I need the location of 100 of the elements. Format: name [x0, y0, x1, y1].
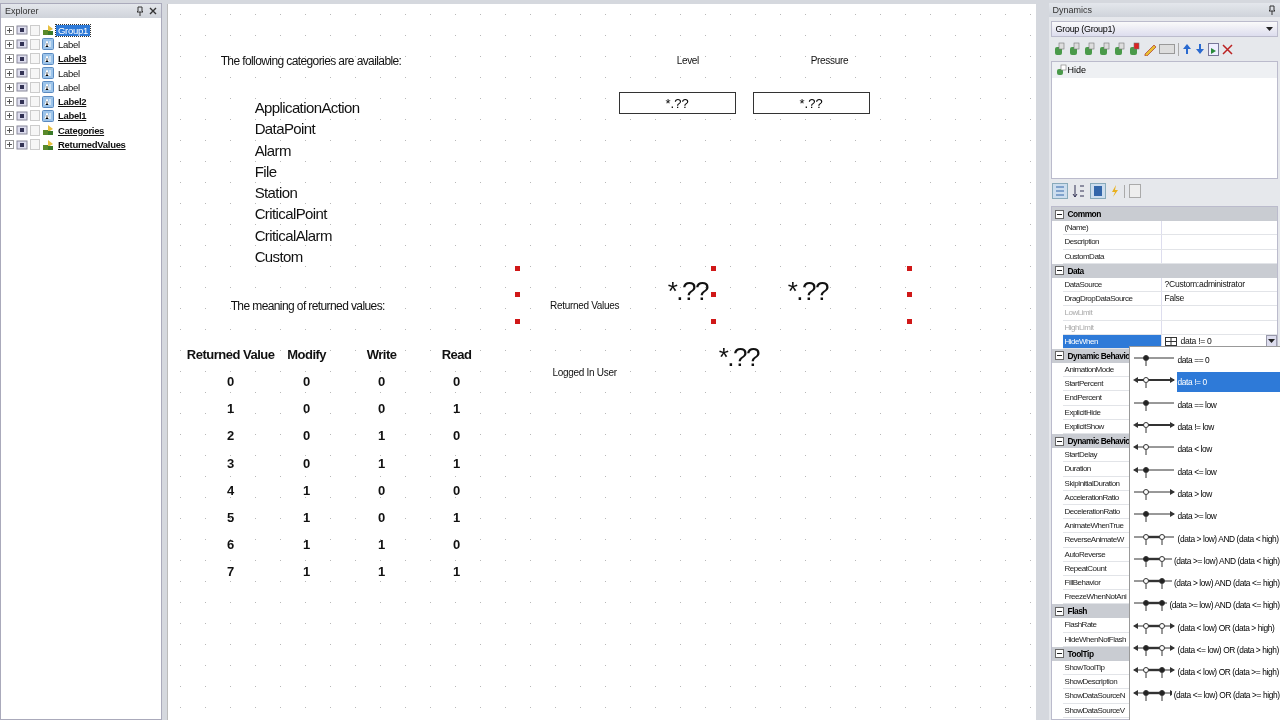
- selection-handle[interactable]: [710, 292, 716, 297]
- dropdown-option[interactable]: (data < low) OR (data >= high): [1176, 662, 1280, 683]
- property-value[interactable]: ?Custom:administrator: [1164, 278, 1245, 289]
- tree-item[interactable]: Label2: [56, 96, 89, 108]
- delete-icon[interactable]: [1221, 43, 1233, 55]
- tree-item[interactable]: Label3: [56, 53, 89, 65]
- property-name[interactable]: DragDropDataSource: [1064, 294, 1133, 304]
- selection-handle[interactable]: [906, 319, 912, 324]
- collapse-icon[interactable]: [1054, 649, 1064, 659]
- property-name[interactable]: ShowDataSourceV: [1064, 705, 1125, 715]
- collapse-icon[interactable]: [1054, 266, 1064, 276]
- property-name[interactable]: HideWhenNotFlash: [1064, 634, 1126, 644]
- pencil-icon[interactable]: [1142, 42, 1156, 56]
- expand-icon[interactable]: [5, 140, 14, 149]
- property-value[interactable]: False: [1164, 293, 1185, 304]
- visibility-icon[interactable]: [16, 25, 28, 36]
- visibility-icon[interactable]: [16, 68, 28, 79]
- property-name[interactable]: AnimationMode: [1064, 365, 1114, 375]
- visibility-icon[interactable]: [16, 139, 28, 150]
- collapse-icon[interactable]: [1054, 436, 1064, 446]
- visibility-icon[interactable]: [16, 39, 28, 50]
- tree-item[interactable]: Label: [56, 38, 82, 50]
- collapse-icon[interactable]: [1054, 351, 1064, 361]
- up-arrow-icon[interactable]: [1181, 43, 1192, 55]
- property-name[interactable]: EndPercent: [1064, 393, 1102, 403]
- property-name[interactable]: FillBehavior: [1064, 577, 1101, 587]
- checkbox-icon[interactable]: [30, 81, 40, 93]
- dropdown-option[interactable]: data == 0: [1176, 350, 1280, 371]
- expand-icon[interactable]: [5, 68, 14, 78]
- property-name[interactable]: AnimateWhenTrue: [1064, 521, 1124, 531]
- dropdown-option[interactable]: data < low: [1176, 439, 1280, 460]
- dropdown-option[interactable]: (data <= low) OR (data > high): [1176, 640, 1280, 660]
- expand-icon[interactable]: [5, 111, 14, 121]
- dropdown-option[interactable]: data != low: [1176, 417, 1280, 438]
- visibility-icon[interactable]: [16, 125, 28, 136]
- dropdown-option[interactable]: (data <= low) OR (data >= high): [1172, 684, 1280, 705]
- dropdown-option[interactable]: data != 0: [1176, 372, 1280, 393]
- expand-icon[interactable]: [5, 39, 14, 49]
- close-icon[interactable]: [148, 7, 157, 15]
- property-name[interactable]: DataSource: [1064, 279, 1102, 289]
- dropdown-option[interactable]: (data < low) OR (data > high): [1176, 617, 1280, 638]
- dropdown-option[interactable]: data == low: [1176, 394, 1280, 415]
- property-name[interactable]: (Name): [1064, 223, 1089, 233]
- checkbox-icon[interactable]: [30, 53, 40, 65]
- property-name[interactable]: Duration: [1064, 464, 1091, 474]
- tree-item[interactable]: Label: [56, 67, 82, 79]
- down-arrow-icon[interactable]: [1194, 43, 1205, 55]
- property-name[interactable]: AccelerationRatio: [1064, 492, 1119, 502]
- visibility-icon[interactable]: [16, 82, 28, 93]
- selection-handle[interactable]: [514, 292, 520, 297]
- dropdown-option[interactable]: data >= low: [1176, 506, 1280, 527]
- category-row[interactable]: Common: [1051, 207, 1277, 222]
- property-name[interactable]: SkipInitialDuration: [1064, 478, 1120, 488]
- dropdown-option[interactable]: data <= low: [1176, 461, 1280, 482]
- behavior-item[interactable]: Hide: [1051, 62, 1277, 78]
- expand-icon[interactable]: [5, 82, 14, 92]
- property-name[interactable]: DecelerationRatio: [1064, 506, 1120, 516]
- property-name[interactable]: ExplicitShow: [1064, 421, 1104, 431]
- checkbox-icon[interactable]: [30, 67, 40, 79]
- tree-item[interactable]: ReturnedValues: [56, 139, 128, 150]
- dropdown-option[interactable]: (data > low) AND (data < high): [1176, 528, 1280, 549]
- selection-handle[interactable]: [710, 319, 716, 324]
- visibility-icon[interactable]: [16, 53, 28, 64]
- property-name[interactable]: FreezeWhenNotAni: [1064, 592, 1127, 602]
- expand-icon[interactable]: [5, 97, 14, 107]
- checkbox-icon[interactable]: [30, 124, 40, 136]
- property-name[interactable]: StartPercent: [1064, 379, 1103, 389]
- pin-icon[interactable]: [1268, 5, 1276, 15]
- dropdown-option[interactable]: (data >= low) AND (data <= high): [1168, 595, 1280, 616]
- checkbox-icon[interactable]: [30, 139, 40, 150]
- properties-icon[interactable]: [1089, 183, 1106, 199]
- cylinder-icon[interactable]: [1052, 42, 1065, 56]
- property-name[interactable]: ShowDataSourceN: [1064, 691, 1126, 701]
- expand-icon[interactable]: [5, 25, 14, 35]
- document-icon[interactable]: [1207, 42, 1219, 56]
- property-name[interactable]: RepeatCount: [1064, 563, 1107, 573]
- property-name[interactable]: ExplicitHide: [1064, 407, 1101, 417]
- checkbox-icon[interactable]: [30, 96, 40, 108]
- property-name[interactable]: FlashRate: [1064, 620, 1097, 630]
- expand-icon[interactable]: [5, 125, 14, 135]
- object-dropdown[interactable]: Group (Group1): [1050, 21, 1278, 37]
- property-name[interactable]: StartDelay: [1064, 450, 1097, 460]
- cylinder-icon[interactable]: [1067, 42, 1080, 56]
- property-name[interactable]: Description: [1064, 237, 1100, 247]
- tree-item[interactable]: Group1: [56, 24, 90, 36]
- visibility-icon[interactable]: [16, 96, 28, 107]
- visibility-icon[interactable]: [16, 110, 28, 121]
- property-name[interactable]: ReverseAnimateW: [1064, 535, 1124, 545]
- dropdown-option[interactable]: data > low: [1176, 483, 1280, 504]
- selection-handle[interactable]: [906, 292, 912, 297]
- property-name[interactable]: ShowToolTip: [1064, 663, 1105, 672]
- tree-item[interactable]: Label: [56, 81, 82, 93]
- selection-handle[interactable]: [710, 266, 716, 271]
- cylinder-icon[interactable]: [1127, 42, 1140, 56]
- tree-item[interactable]: Categories: [56, 124, 107, 136]
- pin-icon[interactable]: [135, 6, 144, 16]
- selection-handle[interactable]: [906, 266, 912, 271]
- checkbox-icon[interactable]: [30, 38, 40, 50]
- cylinder-icon[interactable]: [1082, 42, 1095, 56]
- selection-handle[interactable]: [514, 319, 520, 324]
